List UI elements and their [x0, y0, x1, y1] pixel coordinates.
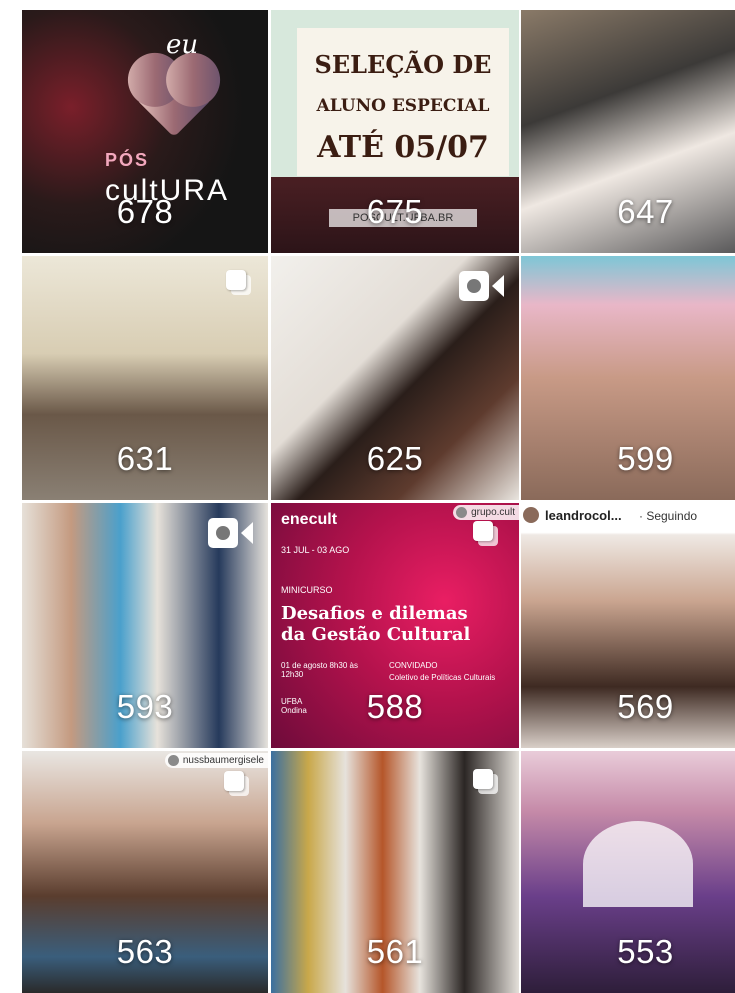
user-avatar[interactable]	[523, 507, 539, 523]
user-tag[interactable]: nussbaumergisele	[164, 753, 268, 768]
grid-post-3[interactable]: 647	[521, 10, 735, 253]
heart-hands-icon	[583, 821, 693, 907]
post-count: 625	[366, 440, 424, 477]
enecult-when: 01 de agosto 8h30 às 12h30	[281, 661, 358, 679]
post-count: 553	[617, 933, 674, 970]
multiple-photos-icon	[226, 270, 252, 296]
follow-status[interactable]: · Seguindo	[639, 509, 697, 523]
enecult-guest: Coletivo de Políticas Culturais	[389, 673, 496, 682]
grid-post-9[interactable]: leandrocol... · Seguindo 569	[521, 503, 735, 748]
enecult-dates: 31 JUL - 03 AGO	[281, 545, 350, 555]
grid-post-2[interactable]: SELEÇÃO DE ALUNO ESPECIAL ATÉ 05/07 POSC…	[271, 10, 519, 253]
multiple-photos-icon	[224, 771, 250, 797]
post-count: 569	[617, 688, 674, 725]
poster-panel: SELEÇÃO DE ALUNO ESPECIAL ATÉ 05/07	[297, 28, 509, 176]
post-header: leandrocol... · Seguindo	[521, 503, 735, 529]
post-count: 593	[116, 688, 174, 725]
grid-post-6[interactable]: 599	[521, 256, 735, 500]
post-count: 588	[366, 688, 424, 725]
enecult-title: enecult	[281, 511, 338, 528]
enecult-heading: Desafios e dilemas da Gestão Cultural	[281, 603, 471, 645]
multiple-photos-icon	[473, 521, 499, 547]
grid-post-11[interactable]: 561	[271, 751, 519, 993]
poster-line-3: ATÉ 05/07	[317, 130, 489, 165]
post-username[interactable]: leandrocol...	[545, 508, 622, 523]
post-count: 678	[116, 193, 174, 230]
post-count: 675	[366, 193, 424, 230]
grid-post-12[interactable]: 553	[521, 751, 735, 993]
poster-line-1: SELEÇÃO DE	[314, 50, 492, 79]
post-count: 563	[116, 933, 174, 970]
grid-post-1[interactable]: eu PÓS cultURA 678	[22, 10, 268, 253]
post-count: 599	[617, 440, 674, 477]
grid-post-8[interactable]: grupo.cult enecult 31 JUL - 03 AGO MINIC…	[271, 503, 519, 748]
post-count: 561	[366, 933, 424, 970]
video-camera-icon	[208, 518, 254, 548]
enecult-type: MINICURSO	[281, 585, 333, 595]
poster-line-2: ALUNO ESPECIAL	[316, 96, 490, 116]
grid-post-4[interactable]: 631	[22, 256, 268, 500]
video-camera-icon	[459, 271, 505, 301]
grid-post-7[interactable]: 593	[22, 503, 268, 748]
enecult-guest-label: CONVIDADO	[389, 661, 438, 670]
grid-post-10[interactable]: nussbaumergisele 563	[22, 751, 268, 993]
post-count: 647	[617, 193, 674, 230]
grid-post-5[interactable]: 625	[271, 256, 519, 500]
post-count: 631	[116, 440, 174, 477]
multiple-photos-icon	[473, 769, 499, 795]
heart-logo-icon	[135, 60, 213, 138]
user-tag[interactable]: grupo.cult	[453, 505, 519, 520]
